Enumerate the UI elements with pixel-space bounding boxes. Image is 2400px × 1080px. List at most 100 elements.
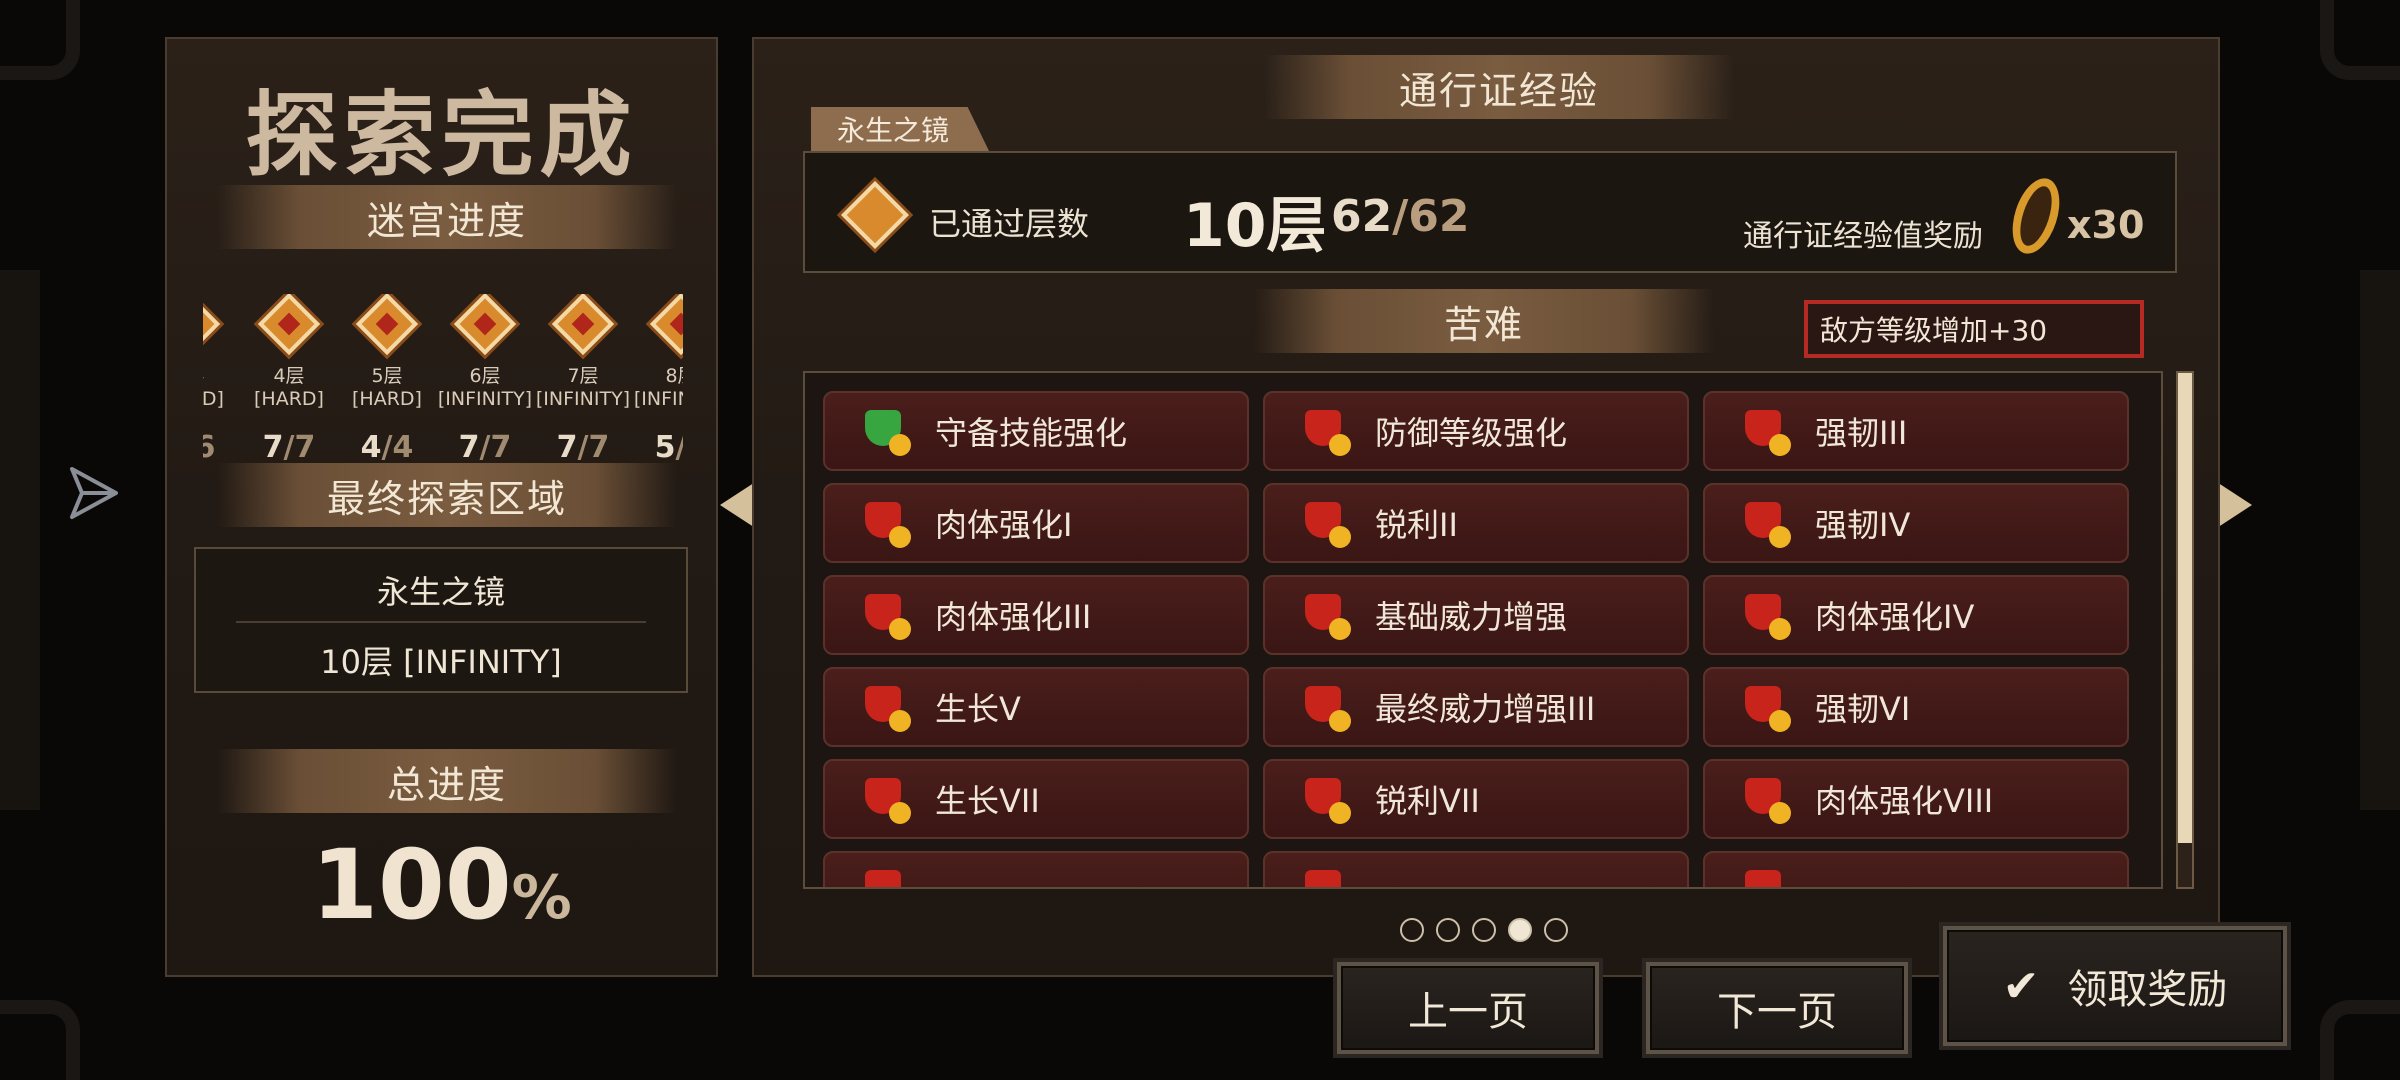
zone-tag: 永生之镜 — [811, 107, 990, 151]
frame-edge — [0, 270, 40, 810]
floor-name: 5层 — [371, 365, 403, 387]
floor-diamond-icon — [257, 294, 321, 356]
skill-label: 生长VII — [935, 782, 1040, 820]
skill-item[interactable]: 肉体强化III — [823, 575, 1249, 655]
skill-item[interactable]: 基础威力增强 — [1263, 575, 1689, 655]
skill-item[interactable] — [1703, 851, 2129, 887]
claim-reward-button[interactable]: ✔ 领取奖励 — [1943, 926, 2287, 1046]
progress-current: 62 — [1331, 191, 1393, 242]
toughness-icon — [1741, 682, 1791, 732]
prev-page-label: 上一页 — [1408, 989, 1528, 1035]
floor-diamond-icon — [649, 294, 683, 356]
pass-exp-reward-label: 通行证经验值奖励 — [1743, 219, 1983, 254]
floor-item: 4层 [HARD] 7/7 — [241, 294, 337, 465]
floor-diamond-icon — [551, 294, 615, 356]
floor-difficulty: [HARD] — [352, 388, 422, 410]
floor-count-current: 5 — [654, 430, 676, 465]
floor-count-total: /7 — [479, 430, 512, 465]
skill-list-scrollbar[interactable] — [2176, 371, 2194, 889]
skill-item[interactable]: 生长VII — [823, 759, 1249, 839]
next-page-button[interactable]: 下一页 — [1646, 962, 1908, 1054]
skill-item[interactable]: 防御等级强化 — [1263, 391, 1689, 471]
skill-item[interactable]: 肉体强化VIII — [1703, 759, 2129, 839]
shield-up-icon — [1301, 406, 1351, 456]
exp-summary-box: 已通过层数 10层 62/62 通行证经验值奖励 x30 — [803, 151, 2177, 273]
final-zone-box: 永生之镜 10层 [INFINITY] — [194, 547, 688, 693]
total-progress-value: 100% — [167, 829, 716, 941]
skill-item[interactable]: 生长V — [823, 667, 1249, 747]
skill-label: 基础威力增强 — [1375, 598, 1568, 636]
zone-name: 永生之镜 — [376, 573, 505, 611]
floor-item: 8层[INFINITY] 5/5 — [633, 294, 683, 465]
prev-page-button[interactable]: 上一页 — [1337, 962, 1599, 1054]
floor-count: 5/5 — [633, 430, 683, 465]
page-dot — [1508, 918, 1532, 942]
floor-diamond-icon — [203, 294, 221, 356]
zone-floor: 10层 [INFINITY] — [320, 643, 562, 681]
floor-name: 4层 — [273, 365, 305, 387]
final-zone-banner: 最终探索区域 — [217, 463, 677, 527]
hardship-label: 苦难 — [1443, 302, 1524, 347]
skill-item[interactable]: 强韧VI — [1703, 667, 2129, 747]
skill-label: 锐利VII — [1375, 782, 1480, 820]
skill-label: 生长V — [935, 690, 1021, 728]
floor-count: 7/7 — [535, 430, 631, 465]
passed-floors-label: 已通过层数 — [929, 205, 1090, 243]
floor-difficulty: [INFINITY] — [437, 388, 533, 410]
skill-label: 强韧IV — [1815, 506, 1911, 544]
floor-name: 8层 — [665, 365, 683, 387]
floor-count: 7/7 — [241, 430, 337, 465]
check-icon: ✔ — [2002, 960, 2040, 1012]
skill-item[interactable]: 肉体强化IV — [1703, 575, 2129, 655]
skill-item[interactable] — [823, 851, 1249, 887]
skill-label: 防御等级强化 — [1375, 414, 1568, 452]
divider — [236, 621, 646, 623]
floor-progress: 62/62 — [1331, 191, 1470, 242]
frame-edge — [2360, 270, 2400, 810]
frame-corner — [2320, 0, 2400, 80]
claim-reward-label: 领取奖励 — [2067, 967, 2228, 1013]
page-dot — [1436, 918, 1460, 942]
maze-progress-label: 迷宫进度 — [366, 198, 527, 243]
skill-item[interactable]: 强韧III — [1703, 391, 2129, 471]
enemy-level-modifier: 敌方等级增加+30 — [1804, 300, 2144, 358]
skill-item[interactable]: 强韧IV — [1703, 483, 2129, 563]
skill-item[interactable]: 最终威力增强III — [1263, 667, 1689, 747]
page-dot — [1400, 918, 1424, 942]
exploration-complete-title: 探索完成 — [245, 82, 638, 189]
final-zone-label: 最终探索区域 — [326, 476, 567, 521]
scrollbar-thumb[interactable] — [2178, 373, 2192, 843]
hardship-banner: 苦难 — [1254, 289, 1714, 353]
percent-sign: % — [511, 863, 572, 933]
floor-progress-strip[interactable]: 3层[HARD]6/64层[HARD]7/75层[HARD]4/46层[INFI… — [203, 294, 683, 474]
growth-icon — [861, 682, 911, 732]
floor-count-current: 7 — [262, 430, 284, 465]
skill-label: 肉体强化VIII — [1815, 782, 1994, 820]
skill-item[interactable]: 锐利II — [1263, 483, 1689, 563]
floor-name: 6层 — [469, 365, 501, 387]
skill-item[interactable]: 守备技能强化 — [823, 391, 1249, 471]
power-icon — [1301, 682, 1351, 732]
floor-count-current: 4 — [360, 430, 382, 465]
floor-difficulty: [INFINITY] — [633, 388, 683, 410]
growth-icon — [861, 866, 911, 887]
send-icon[interactable] — [68, 465, 120, 521]
skill-item[interactable]: 锐利VII — [1263, 759, 1689, 839]
skill-item[interactable]: 肉体强化I — [823, 483, 1249, 563]
floor-count: 4/4 — [339, 430, 435, 465]
sharp-icon — [1301, 498, 1351, 548]
passed-floor-value: 10层 — [1183, 191, 1327, 261]
skill-label: 锐利II — [1375, 506, 1458, 544]
shield-heal-icon — [861, 406, 911, 456]
floor-count-total: /7 — [577, 430, 610, 465]
hardship-skill-list[interactable]: 守备技能强化 防御等级强化 强韧III 肉体强化I 锐利II 强韧IV 肉体强化III 基础威… — [803, 371, 2163, 889]
floor-item: 6层 [INFINITY] 7/7 — [437, 294, 533, 465]
skill-item[interactable] — [1263, 851, 1689, 887]
floor-count-total: /7 — [283, 430, 316, 465]
sharp-icon — [1301, 774, 1351, 824]
zone-tag-label: 永生之镜 — [837, 114, 950, 147]
body-buff-icon — [861, 590, 911, 640]
pass-exp-banner: 通行证经验 — [1264, 55, 1734, 119]
power-icon — [1301, 590, 1351, 640]
floor-name: 7层 — [567, 365, 599, 387]
